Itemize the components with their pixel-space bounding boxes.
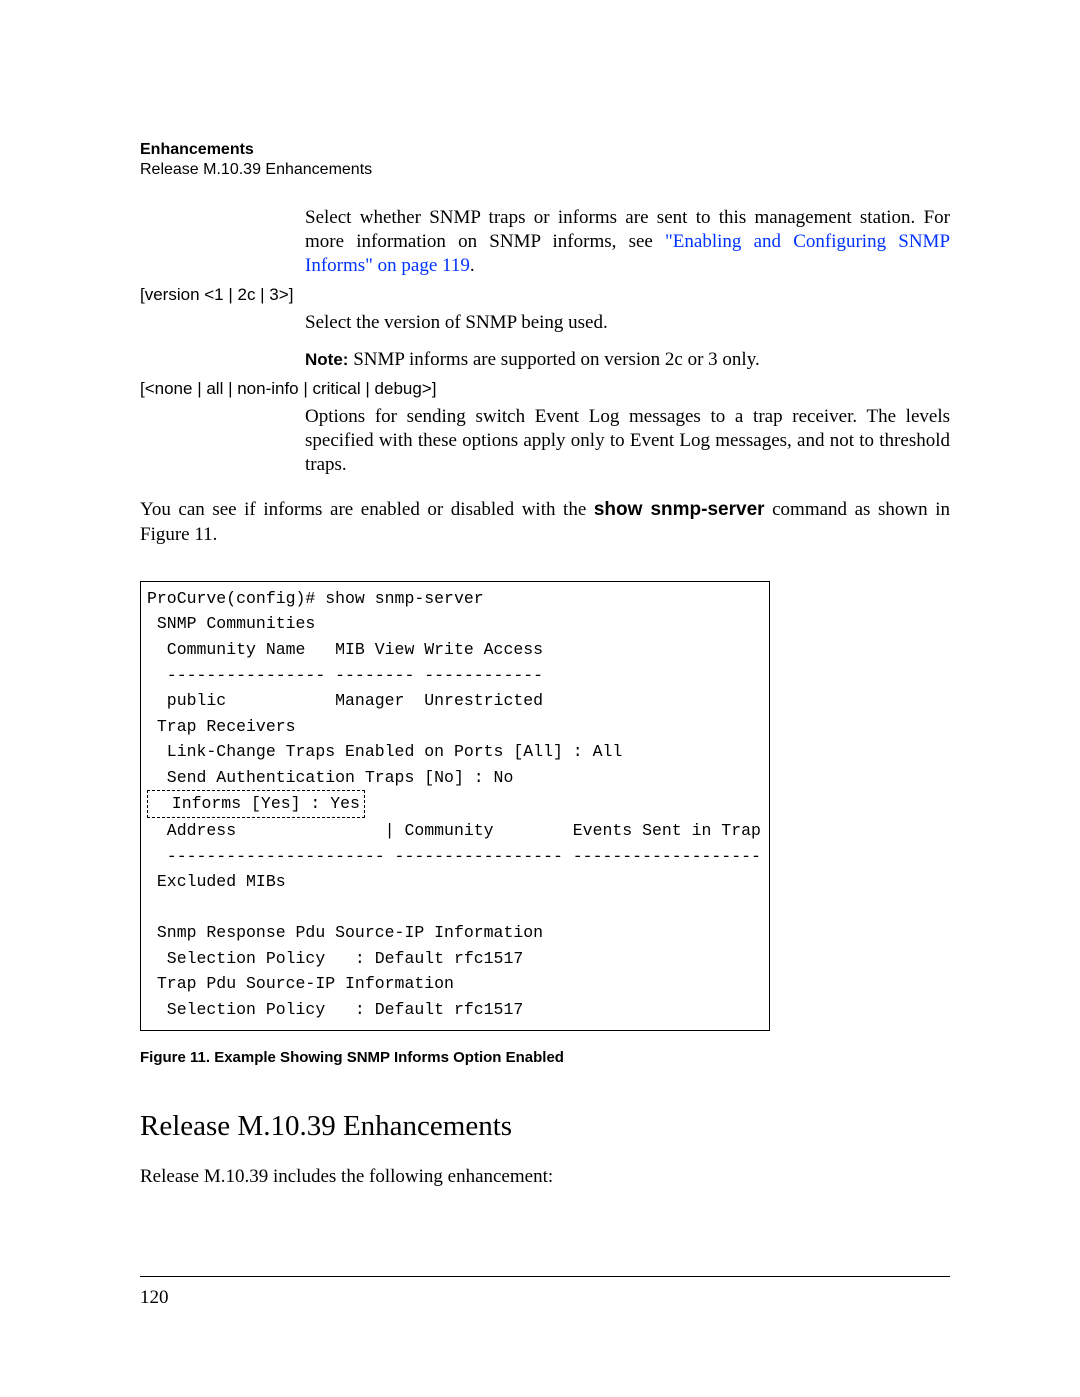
syntax-version-line: [version <1 | 2c | 3>]: [140, 285, 950, 305]
code-l16: Selection Policy : Default rfc1517: [147, 1000, 523, 1019]
paragraph-version: Select the version of SNMP being used.: [305, 311, 950, 335]
footer-rule: [140, 1276, 950, 1277]
page: Enhancements Release M.10.39 Enhancement…: [0, 0, 1080, 1397]
code-l13: Snmp Response Pdu Source-IP Information: [147, 923, 543, 942]
code-l12: Excluded MIBs: [147, 872, 286, 891]
note-body: SNMP informs are supported on version 2c…: [348, 349, 759, 370]
code-l1: ProCurve(config)# show snmp-server: [147, 589, 484, 608]
code-l15: Trap Pdu Source-IP Information: [147, 974, 454, 993]
header-title: Enhancements: [140, 140, 950, 160]
code-l5: public Manager Unrestricted: [147, 691, 543, 710]
section-heading: Release M.10.39 Enhancements: [140, 1110, 950, 1143]
header-subtitle: Release M.10.39 Enhancements: [140, 160, 950, 180]
note-block: Note: SNMP informs are supported on vers…: [305, 349, 950, 371]
figure-caption: Figure 11. Example Showing SNMP Informs …: [140, 1049, 950, 1066]
code-l7: Link-Change Traps Enabled on Ports [All]…: [147, 742, 622, 761]
code-l9: Informs [Yes] : Yes: [152, 794, 360, 813]
code-l2: SNMP Communities: [147, 614, 315, 633]
syntax-options-line: [<none | all | non-info | critical | deb…: [140, 379, 950, 399]
show-pre: You can see if informs are enabled or di…: [140, 499, 594, 520]
code-l14: Selection Policy : Default rfc1517: [147, 949, 523, 968]
note-label: Note:: [305, 350, 348, 369]
page-header: Enhancements Release M.10.39 Enhancement…: [140, 140, 950, 180]
code-l8: Send Authentication Traps [No] : No: [147, 768, 513, 787]
paragraph-traps: Select whether SNMP traps or informs are…: [305, 206, 950, 277]
page-number: 120: [140, 1287, 169, 1309]
code-l10: Address | Community Events Sent in Trap: [147, 821, 761, 840]
code-l11: ---------------------- -----------------…: [147, 847, 761, 866]
period: .: [470, 255, 475, 276]
section-body: Release M.10.39 includes the following e…: [140, 1165, 950, 1189]
code-l6: Trap Receivers: [147, 717, 296, 736]
paragraph-show-snmp: You can see if informs are enabled or di…: [140, 498, 950, 547]
paragraph-options: Options for sending switch Event Log mes…: [305, 405, 950, 476]
code-block: ProCurve(config)# show snmp-server SNMP …: [140, 581, 770, 1032]
code-l3: Community Name MIB View Write Access: [147, 640, 543, 659]
show-bold: show snmp-server: [594, 499, 765, 520]
highlight-informs: Informs [Yes] : Yes: [147, 790, 365, 818]
code-l4: ---------------- -------- ------------: [147, 666, 543, 685]
